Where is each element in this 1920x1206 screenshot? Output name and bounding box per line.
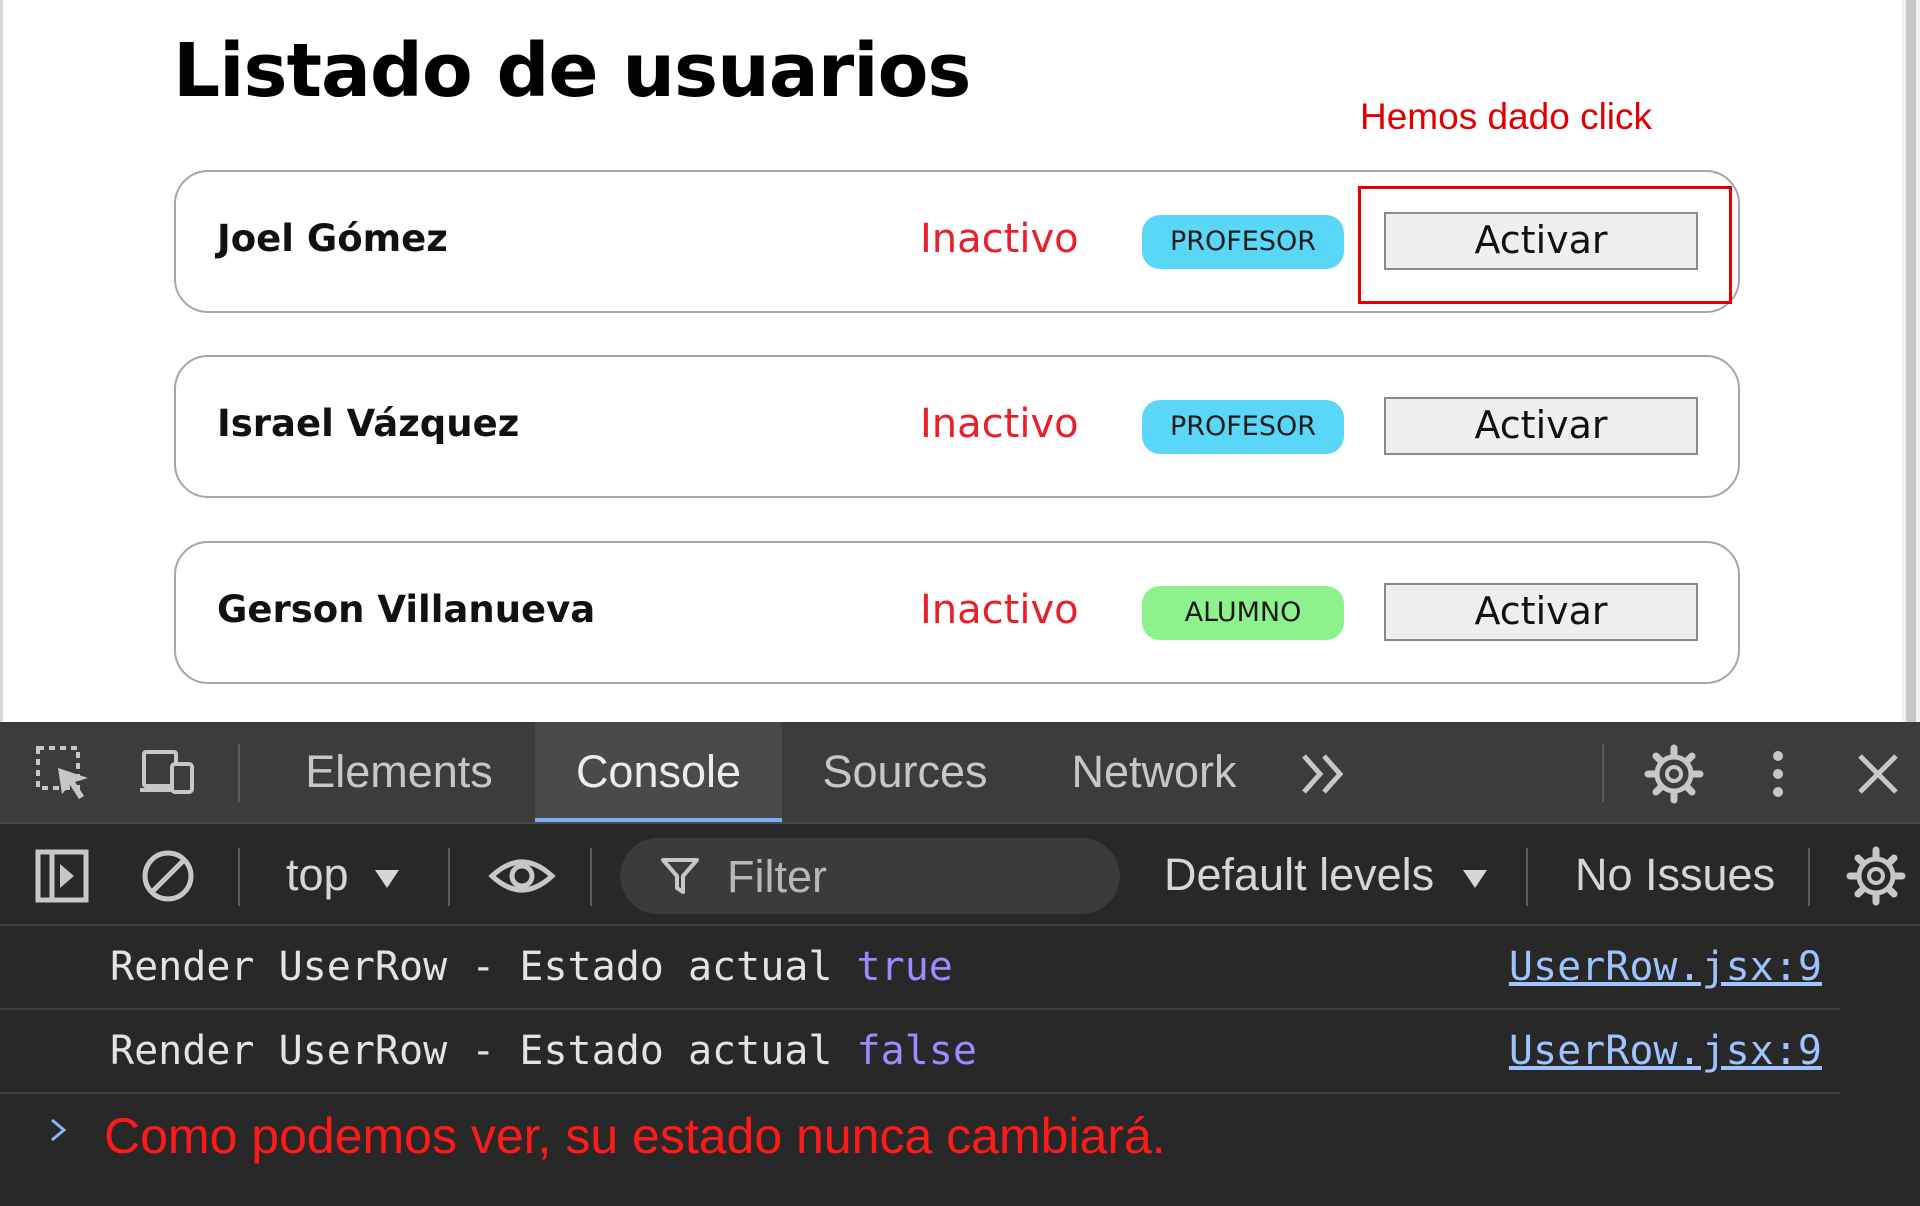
clear-console-icon[interactable] (138, 846, 198, 906)
log-levels-label: Default levels (1164, 849, 1435, 900)
role-badge: PROFESOR (1142, 215, 1344, 269)
filter-box[interactable] (620, 838, 1120, 914)
sidebar-toggle-icon[interactable] (32, 846, 92, 906)
toolbar-divider (238, 744, 240, 802)
log-levels-select[interactable]: Default levels (1164, 844, 1489, 906)
dropdown-arrow-icon (375, 870, 400, 889)
filter-icon (661, 858, 699, 894)
toolbar-divider (448, 848, 450, 906)
inspect-element-icon[interactable] (34, 744, 94, 804)
role-badge: PROFESOR (1142, 400, 1344, 454)
user-row: Israel Vázquez Inactivo PROFESOR Activar (174, 355, 1740, 498)
user-row: Gerson Villanueva Inactivo ALUMNO Activa… (174, 541, 1740, 684)
tab-network[interactable]: Network (1034, 722, 1274, 822)
devtools-panel: Elements Console Sources Network top Fil… (0, 722, 1920, 1206)
chevron-double-right-icon[interactable] (1296, 744, 1356, 804)
toolbar-divider (238, 848, 240, 906)
role-badge: ALUMNO (1142, 586, 1344, 640)
log-text: Render UserRow - Estado actual (110, 944, 857, 990)
user-name: Gerson Villanueva (217, 588, 596, 631)
log-text: Render UserRow - Estado actual (110, 1028, 857, 1074)
filter-input[interactable] (725, 846, 1109, 908)
dropdown-arrow-icon (1462, 870, 1487, 889)
user-name: Joel Gómez (217, 217, 448, 260)
tab-console[interactable]: Console (535, 722, 782, 822)
activate-button[interactable]: Activar (1384, 583, 1698, 641)
device-toolbar-icon[interactable] (138, 744, 198, 804)
devtools-tabbar: Elements Console Sources Network (0, 722, 1920, 824)
tab-elements[interactable]: Elements (266, 722, 532, 822)
eye-icon[interactable] (488, 846, 556, 906)
user-name: Israel Vázquez (217, 402, 520, 445)
console-annotation: Como podemos ver, su estado nunca cambia… (104, 1108, 1166, 1164)
toolbar-divider (1602, 744, 1604, 802)
context-select-value: top (286, 849, 349, 900)
annotation-label: Hemos dado click (1360, 96, 1653, 137)
scrollbar-thumb[interactable] (1906, 0, 1916, 722)
console-prompt-chevron-icon (51, 1118, 67, 1142)
log-source-link[interactable]: UserRow.jsx:9 (1509, 1026, 1822, 1076)
console-settings-gear-icon[interactable] (1846, 846, 1906, 906)
status-label: Inactivo (920, 401, 1079, 447)
issues-counter[interactable]: No Issues (1575, 844, 1775, 906)
more-vertical-icon[interactable] (1748, 744, 1808, 804)
gear-icon[interactable] (1644, 744, 1704, 804)
console-output: Render UserRow - Estado actual true User… (0, 926, 1920, 1206)
activate-button[interactable]: Activar (1384, 397, 1698, 455)
page-title: Listado de usuarios (173, 28, 971, 114)
annotation-highlight-box (1358, 186, 1732, 304)
tab-sources[interactable]: Sources (790, 722, 1020, 822)
console-toolbar: top Default levels No Issues (0, 824, 1920, 926)
close-icon[interactable] (1848, 744, 1908, 804)
status-label: Inactivo (920, 216, 1079, 262)
log-source-link[interactable]: UserRow.jsx:9 (1509, 942, 1822, 992)
toolbar-divider (1526, 848, 1528, 906)
page-scrollbar[interactable] (1902, 0, 1920, 722)
console-log-row: Render UserRow - Estado actual false Use… (0, 1010, 1840, 1094)
toolbar-divider (590, 848, 592, 906)
app-page: Listado de usuarios Hemos dado click Joe… (0, 0, 1920, 722)
log-message: Render UserRow - Estado actual false (110, 1026, 977, 1076)
console-log-row: Render UserRow - Estado actual true User… (0, 926, 1840, 1010)
status-label: Inactivo (920, 587, 1079, 633)
context-select[interactable]: top (286, 844, 401, 906)
log-value: false (856, 1028, 977, 1074)
log-message: Render UserRow - Estado actual true (110, 942, 953, 992)
toolbar-divider (1808, 848, 1810, 906)
log-value: true (856, 944, 953, 990)
